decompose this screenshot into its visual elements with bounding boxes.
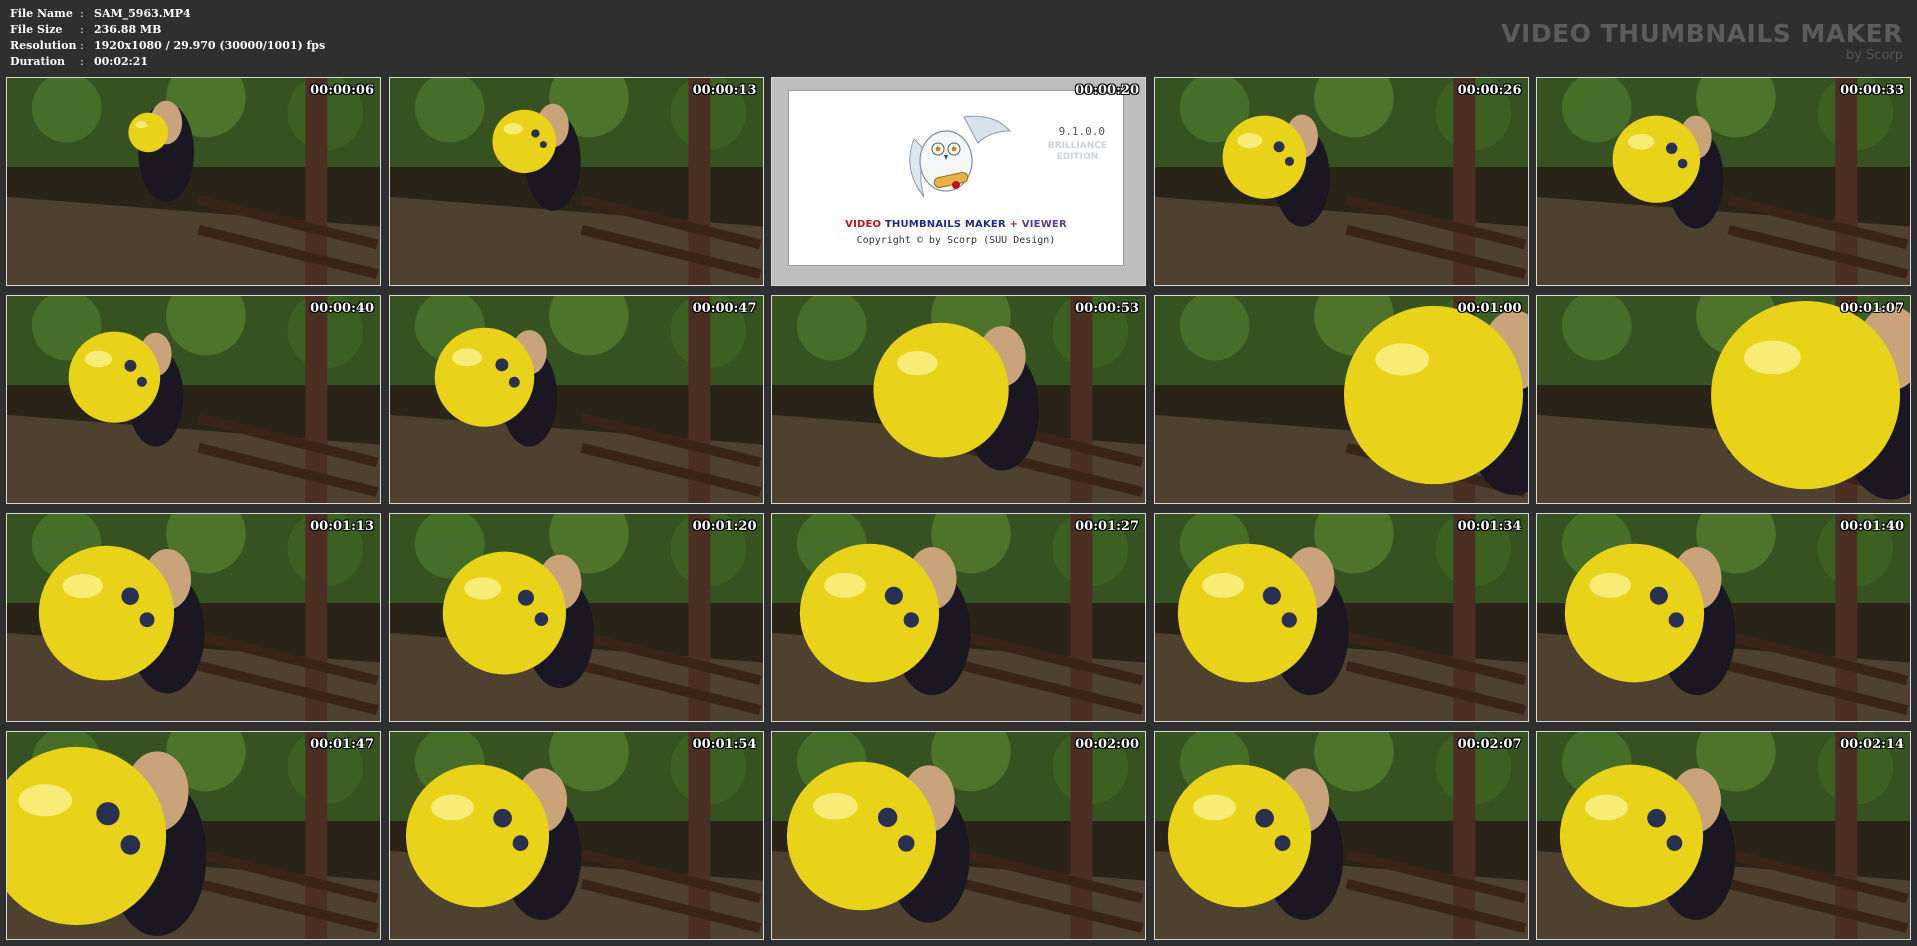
splash-edition-line2: EDITION: [1056, 152, 1099, 162]
file-name-row: File Name : SAM_5963.MP4: [10, 6, 325, 22]
video-frame-image: [1537, 732, 1910, 939]
file-size-sep: :: [80, 23, 84, 36]
video-thumbnail: 9.1.0.0 BRILLIANCE EDITION VIDEO THUMBNA…: [771, 77, 1146, 286]
thumbnail-timestamp: 00:00:33: [1840, 83, 1904, 98]
video-thumbnail: 00:00:47: [388, 295, 764, 504]
video-frame-image: [389, 78, 763, 285]
splash-edition-line1: BRILLIANCE: [1047, 141, 1107, 151]
splash-product-name: VIDEO THUMBNAILS MAKER + VIEWER: [789, 219, 1123, 230]
thumbnail-timestamp: 00:00:40: [310, 301, 374, 316]
thumbnail-timestamp: 00:01:00: [1457, 301, 1522, 316]
splash-edition: BRILLIANCE EDITION: [1048, 141, 1107, 163]
video-frame-image: [1154, 514, 1528, 721]
video-frame-image: [7, 78, 380, 285]
thumbnail-timestamp: 00:00:20: [1075, 83, 1139, 98]
video-thumbnail: 00:00:33: [1536, 77, 1911, 286]
splash-copyright: Copyright © by Scorp (SUU Design): [856, 235, 1056, 246]
duration-row: Duration : 00:02:21: [10, 54, 325, 70]
video-thumbnail: 00:01:00: [1153, 295, 1529, 504]
splash-name-video: VIDEO: [845, 219, 882, 230]
video-frame-image: [389, 296, 763, 503]
resolution-row: Resolution : 1920x1080 / 29.970 (30000/1…: [10, 38, 325, 54]
video-frame-image: [772, 296, 1145, 503]
duration-sep: :: [80, 55, 84, 68]
thumbnail-timestamp: 00:01:54: [692, 737, 757, 752]
video-thumbnail: 00:01:54: [388, 731, 764, 940]
splash-name-plus: +: [1009, 219, 1019, 230]
thumbnail-timestamp: 00:01:40: [1840, 519, 1904, 534]
file-info: File Name : SAM_5963.MP4 File Size : 236…: [10, 6, 325, 70]
video-frame-image: [389, 732, 763, 939]
video-frame-image: [7, 296, 380, 503]
video-thumbnail: 00:00:26: [1153, 77, 1529, 286]
video-thumbnail: 00:02:00: [771, 731, 1146, 940]
video-frame-image: [7, 732, 380, 939]
thumbnail-timestamp: 00:00:13: [692, 83, 757, 98]
video-thumbnail: 00:01:40: [1536, 513, 1911, 722]
thumbnail-timestamp: 00:01:27: [1075, 519, 1139, 534]
video-frame-image: [772, 732, 1145, 939]
owl-logo-icon: [909, 115, 1012, 198]
file-size-label: File Size: [10, 23, 63, 36]
thumbnail-timestamp: 00:00:47: [692, 301, 757, 316]
video-thumbnail: 00:01:47: [6, 731, 381, 940]
video-frame-image: [1537, 514, 1910, 721]
duration-value: 00:02:21: [94, 55, 149, 68]
video-frame-image: [1154, 732, 1528, 939]
splash-name-viewer: VIEWER: [1018, 219, 1067, 230]
video-thumbnail: 00:00:53: [771, 295, 1146, 504]
video-thumbnail: 00:01:13: [6, 513, 381, 722]
video-thumbnail: 00:01:34: [1153, 513, 1529, 722]
video-frame-image: [1154, 78, 1528, 285]
thumbnail-timestamp: 00:01:34: [1457, 519, 1522, 534]
thumbnail-timestamp: 00:01:07: [1840, 301, 1904, 316]
resolution-label: Resolution: [10, 39, 77, 52]
thumbnail-timestamp: 00:00:06: [310, 83, 374, 98]
video-thumbnail: 00:02:07: [1153, 731, 1529, 940]
video-thumbnail: 00:00:13: [388, 77, 764, 286]
thumbnail-timestamp: 00:01:47: [310, 737, 374, 752]
splash-card: 9.1.0.0 BRILLIANCE EDITION VIDEO THUMBNA…: [788, 90, 1124, 266]
video-frame-image: [389, 514, 763, 721]
thumbnail-timestamp: 00:02:07: [1457, 737, 1522, 752]
duration-label: Duration: [10, 55, 66, 68]
video-thumbnail: 00:01:27: [771, 513, 1146, 722]
brand-title: VIDEO THUMBNAILS MAKER: [1501, 19, 1903, 48]
video-frame-image: [7, 514, 380, 721]
thumbnail-grid: 00:00:06 00:00:13 9.1.0.0 BRILLIANCE EDIT…: [6, 77, 1911, 941]
resolution-sep: :: [80, 39, 84, 52]
video-frame-image: [772, 514, 1145, 721]
file-name-value: SAM_5963.MP4: [94, 7, 191, 20]
thumbnail-timestamp: 00:02:14: [1840, 737, 1904, 752]
resolution-value: 1920x1080 / 29.970 (30000/1001) fps: [94, 39, 326, 52]
video-thumbnail: 00:02:14: [1536, 731, 1911, 940]
thumbnail-timestamp: 00:02:00: [1075, 737, 1139, 752]
header: File Name : SAM_5963.MP4 File Size : 236…: [0, 0, 1917, 76]
video-thumbnail: 00:01:20: [388, 513, 764, 722]
splash-version: 9.1.0.0: [1058, 125, 1105, 138]
thumbnail-timestamp: 00:01:13: [310, 519, 374, 534]
video-frame-image: [1537, 78, 1910, 285]
file-size-value: 236.88 MB: [94, 23, 162, 36]
brand-subtitle: by Scorp: [1845, 48, 1903, 63]
video-frame-image: [1154, 296, 1528, 503]
file-size-row: File Size : 236.88 MB: [10, 22, 325, 38]
brand-watermark: VIDEO THUMBNAILS MAKER by Scorp: [1501, 20, 1903, 63]
thumbnail-timestamp: 00:01:20: [692, 519, 757, 534]
video-thumbnail: 00:00:06: [6, 77, 381, 286]
video-thumbnail: 00:00:40: [6, 295, 381, 504]
file-name-label: File Name: [10, 7, 73, 20]
splash-name-mid: THUMBNAILS MAKER: [881, 219, 1010, 230]
file-name-sep: :: [80, 7, 84, 20]
thumbnail-timestamp: 00:00:53: [1075, 301, 1139, 316]
video-thumbnail: 00:01:07: [1536, 295, 1911, 504]
video-frame-image: [1537, 296, 1910, 503]
thumbnail-timestamp: 00:00:26: [1457, 83, 1522, 98]
